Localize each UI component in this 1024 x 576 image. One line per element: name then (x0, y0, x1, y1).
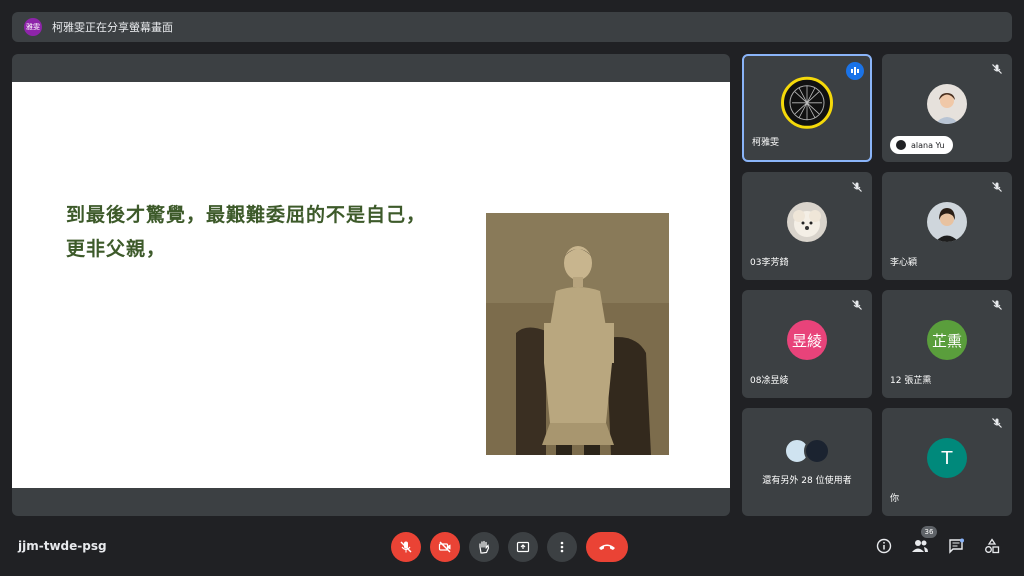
chat-icon (949, 538, 964, 554)
mic-off-icon (988, 60, 1006, 78)
vintage-photo (486, 213, 669, 455)
participant-avatar: T (927, 438, 967, 478)
participant-name: alana Yu (911, 140, 945, 150)
leave-call-button[interactable] (586, 532, 628, 562)
chat-button[interactable] (944, 534, 968, 558)
more-icon (560, 541, 564, 553)
participant-avatar (804, 438, 830, 464)
participant-avatar: 芷熏 (927, 320, 967, 360)
presenting-text: 柯雅雯正在分享螢幕畫面 (52, 21, 173, 34)
shared-slide: 到最後才驚覺，最艱難委屈的不是自己， 更非父親， (12, 82, 730, 488)
slide-line-2: 更非父親， (66, 238, 167, 260)
portrait-illustration (486, 213, 669, 455)
mic-off-icon (988, 414, 1006, 432)
mic-toggle-button[interactable] (391, 532, 421, 562)
end-call-icon (599, 544, 615, 550)
mic-off-icon (988, 178, 1006, 196)
participant-name: 李心穎 (890, 258, 918, 268)
participant-tile-speaker[interactable]: 柯雅雯 (742, 54, 872, 162)
more-participants-label: 還有另外 28 位使用者 (762, 476, 852, 486)
participant-name: 08凃昱綾 (750, 376, 789, 386)
activities-icon (985, 538, 1000, 554)
meeting-code: jjm-twde-psg (18, 539, 107, 553)
participant-name: 你 (890, 494, 900, 504)
mic-off-icon (848, 178, 866, 196)
participant-avatar: 昱綾 (787, 320, 827, 360)
info-icon (876, 538, 892, 554)
user-icon (896, 140, 906, 150)
participant-avatar (927, 202, 967, 242)
presenting-banner: 雅雯 柯雅雯正在分享螢幕畫面 (12, 12, 1012, 42)
participant-tile[interactable]: 昱綾 08凃昱綾 (742, 290, 872, 398)
presenter-avatar: 雅雯 (24, 18, 42, 36)
participant-tile[interactable]: 03李芳錡 (742, 172, 872, 280)
present-button[interactable] (508, 532, 538, 562)
control-bar: jjm-twde-psg 36 (0, 520, 1024, 576)
meeting-details-button[interactable] (872, 534, 896, 558)
participant-name-chip: alana Yu (890, 136, 953, 154)
participant-avatar (781, 76, 833, 129)
participant-avatar (787, 202, 827, 242)
participant-tile[interactable]: 芷熏 12 張芷熏 (882, 290, 1012, 398)
raise-hand-icon (479, 540, 490, 554)
more-options-button[interactable] (547, 532, 577, 562)
activities-button[interactable] (980, 534, 1004, 558)
participant-name: 03李芳錡 (750, 258, 789, 268)
mic-off-icon (848, 296, 866, 314)
participant-tile[interactable]: alana Yu (882, 54, 1012, 162)
participant-tile[interactable]: 李心穎 (882, 172, 1012, 280)
slide-line-1: 到最後才驚覺，最艱難委屈的不是自己， (66, 204, 427, 226)
presentation-stage: 到最後才驚覺，最艱難委屈的不是自己， 更非父親， (12, 54, 730, 516)
camera-off-icon (438, 541, 451, 553)
participant-name: 12 張芷熏 (890, 376, 932, 386)
more-participants-tile[interactable]: 還有另外 28 位使用者 (742, 408, 872, 516)
participant-avatar (927, 84, 967, 124)
self-tile[interactable]: T 你 (882, 408, 1012, 516)
speaking-indicator-icon (846, 62, 864, 80)
people-count-badge: 36 (921, 526, 937, 538)
mic-off-icon (400, 541, 412, 553)
participant-name: 柯雅雯 (752, 138, 780, 148)
mic-off-icon (988, 296, 1006, 314)
raise-hand-button[interactable] (469, 532, 499, 562)
present-icon (516, 541, 530, 553)
people-icon (912, 540, 928, 552)
camera-toggle-button[interactable] (430, 532, 460, 562)
